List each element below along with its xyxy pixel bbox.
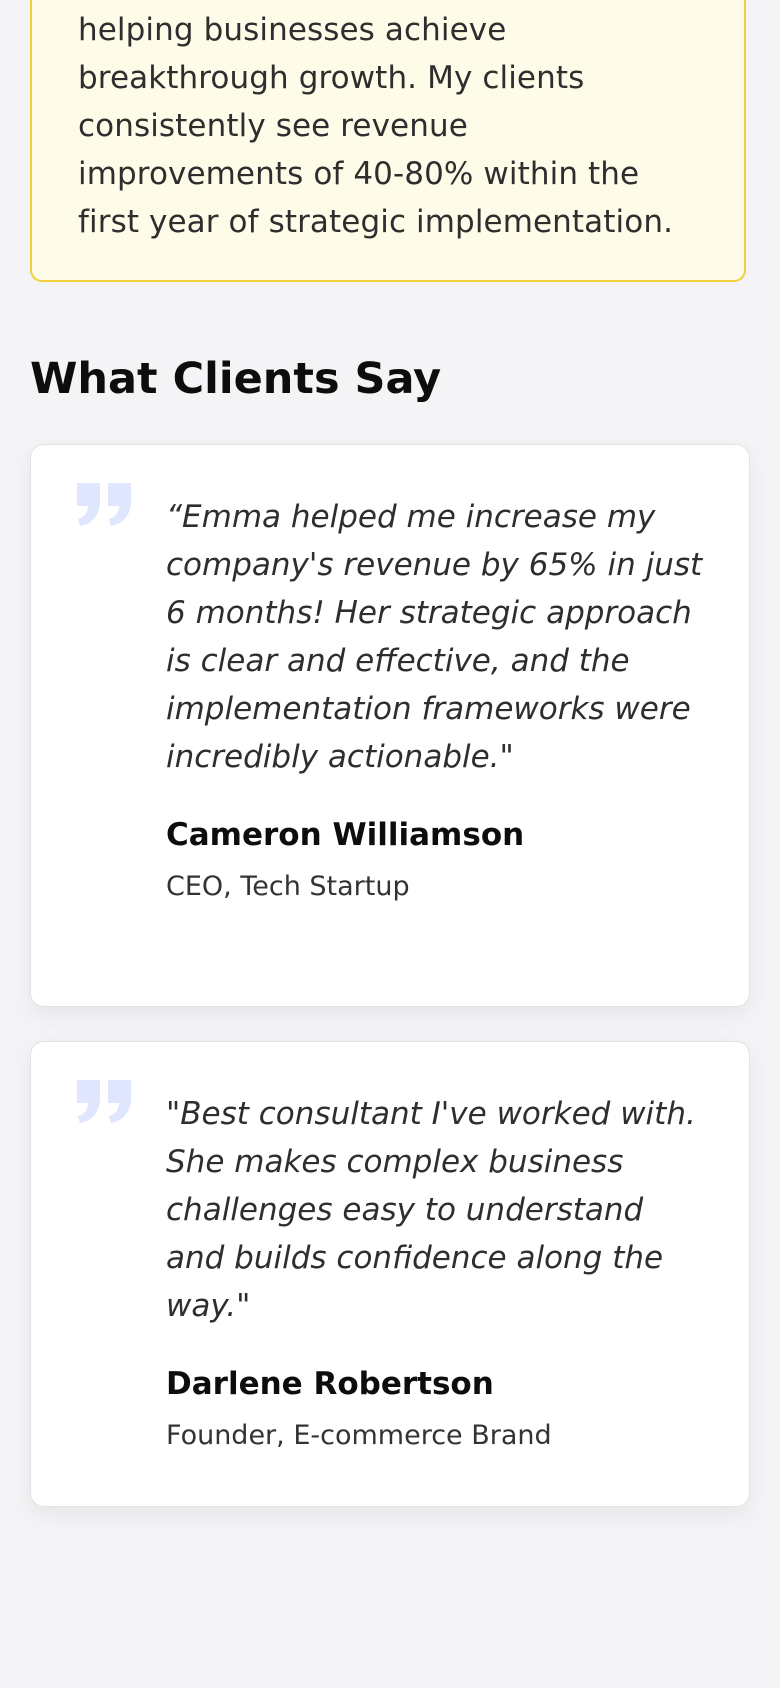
highlight-text: helping businesses achieve breakthrough … (78, 12, 674, 240)
highlight-box: helping businesses achieve breakthrough … (30, 0, 746, 282)
testimonial-body: "Best consultant I've worked with. She m… (166, 1090, 709, 1456)
testimonial-author-role: Founder, E-commerce Brand (166, 1420, 552, 1451)
quote-icon (77, 483, 131, 526)
testimonial-quote: "Best consultant I've worked with. She m… (166, 1096, 696, 1324)
testimonial-card: “Emma helped me increase my company's re… (30, 444, 750, 1007)
testimonial-quote: “Emma helped me increase my company's re… (166, 499, 703, 775)
quote-icon (77, 1080, 131, 1123)
section-title: What Clients Say (30, 354, 442, 404)
testimonial-author-role: CEO, Tech Startup (166, 871, 410, 902)
testimonial-author-name: Darlene Robertson (166, 1366, 494, 1402)
testimonial-card: "Best consultant I've worked with. She m… (30, 1041, 750, 1507)
testimonial-body: “Emma helped me increase my company's re… (166, 493, 709, 907)
testimonial-author-name: Cameron Williamson (166, 817, 525, 853)
